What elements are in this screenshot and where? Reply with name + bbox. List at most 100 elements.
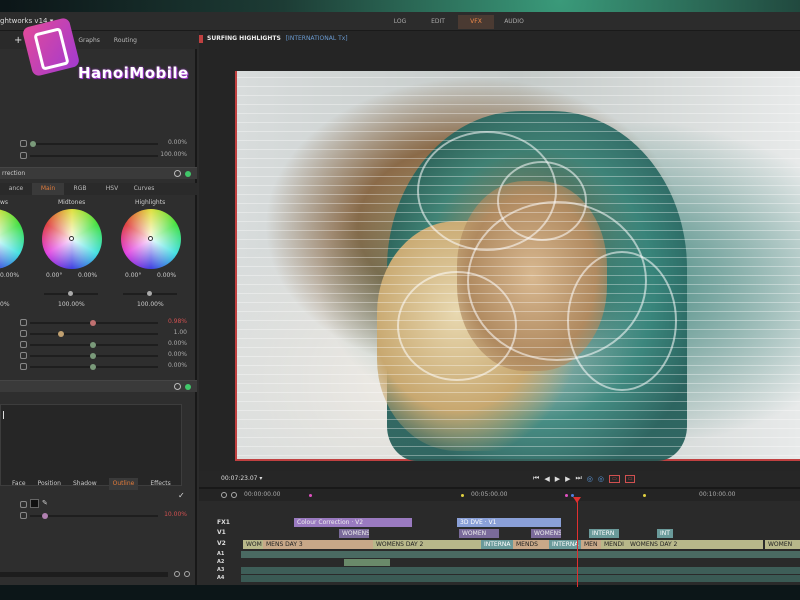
gear-icon[interactable] xyxy=(174,170,181,177)
link-icon[interactable] xyxy=(20,512,27,519)
timeline-marker[interactable] xyxy=(571,494,574,497)
playhead[interactable] xyxy=(577,497,578,587)
horizontal-scrollbar[interactable] xyxy=(0,572,168,577)
link-icon[interactable] xyxy=(20,140,27,147)
param-slider-4[interactable]: 0.00% xyxy=(0,351,197,361)
link-icon[interactable] xyxy=(20,352,27,359)
outline-color-swatch[interactable] xyxy=(30,499,39,508)
timeline-marker[interactable] xyxy=(643,494,646,497)
clip-v2[interactable]: INTERNA xyxy=(481,540,513,549)
mark-in-icon[interactable]: ◎ xyxy=(587,475,593,483)
clip-v1[interactable]: WOMEN xyxy=(459,529,499,538)
zoom-in-icon[interactable] xyxy=(174,571,180,577)
tab-balance[interactable]: ance xyxy=(0,183,32,195)
clip-v2[interactable]: MENDI xyxy=(601,540,627,549)
slider-knob[interactable] xyxy=(30,141,36,147)
tab-outline[interactable]: Outline xyxy=(108,478,139,490)
clip-v2[interactable]: MENS DAY 3 xyxy=(263,540,373,549)
go-to-end-icon[interactable]: ⏭ xyxy=(575,474,581,483)
param-slider-3[interactable]: 0.00% xyxy=(0,340,197,350)
add-button[interactable]: + xyxy=(14,35,22,46)
shadows-color-wheel[interactable] xyxy=(0,209,24,269)
tab-log[interactable]: LOG xyxy=(382,15,418,29)
clip-v2[interactable]: WOM xyxy=(243,540,263,549)
timeline-marker[interactable] xyxy=(565,494,568,497)
clip-colour-correction[interactable]: Colour Correction · V2 xyxy=(294,518,412,527)
clip-v1[interactable]: INT xyxy=(657,529,673,538)
mark-out-icon[interactable]: ◎ xyxy=(598,475,604,483)
link-icon[interactable] xyxy=(20,152,27,159)
timecode[interactable]: 00:07:23.07 ▾ xyxy=(221,475,262,482)
slider-track[interactable] xyxy=(30,143,158,145)
track-label-a4[interactable]: A4 xyxy=(217,575,224,581)
zoom-out-icon[interactable] xyxy=(231,492,237,498)
track-label-a1[interactable]: A1 xyxy=(217,551,224,557)
record-icon[interactable]: ▭ xyxy=(609,474,620,483)
play-reverse-icon[interactable]: ◀ xyxy=(544,475,549,483)
track-label-a3[interactable]: A3 xyxy=(217,567,224,573)
tab-audio[interactable]: AUDIO xyxy=(496,15,532,29)
track-label-v1[interactable]: V1 xyxy=(217,529,226,536)
clip-3d-dve[interactable]: 3D DVE · V1 xyxy=(457,518,561,527)
timeline-marker[interactable] xyxy=(461,494,464,497)
text-input-area[interactable] xyxy=(0,404,182,486)
enabled-indicator-icon[interactable] xyxy=(185,384,191,390)
track-label-v2[interactable]: V2 xyxy=(217,540,226,547)
check-icon[interactable]: ✓ xyxy=(178,491,185,500)
slider-knob[interactable] xyxy=(58,331,64,337)
param-slider-5[interactable]: 0.00% xyxy=(0,362,197,372)
slider-knob[interactable] xyxy=(42,513,48,519)
audio-clip-a1[interactable] xyxy=(241,551,800,558)
slider-track[interactable] xyxy=(30,155,158,157)
clip-v2[interactable]: WOMEN xyxy=(765,540,800,549)
clip-v1[interactable]: WOMENS xyxy=(531,529,561,538)
tab-position[interactable]: Position xyxy=(38,478,61,490)
slider-knob[interactable] xyxy=(90,364,96,370)
slider-knob[interactable] xyxy=(90,342,96,348)
top-slider-2[interactable]: 100.00% xyxy=(0,151,197,161)
tab-shadow[interactable]: Shadow xyxy=(73,478,97,490)
track-label-fx1[interactable]: FX1 xyxy=(217,519,230,526)
param-slider-1[interactable]: 0.98% xyxy=(0,318,197,328)
outline-width-slider[interactable]: 10.00% xyxy=(0,511,197,521)
link-icon[interactable] xyxy=(20,330,27,337)
section-header-text[interactable] xyxy=(0,380,197,392)
clip-v1[interactable]: WOMENS xyxy=(339,529,369,538)
track-label-a2[interactable]: A2 xyxy=(217,559,224,565)
slider-track[interactable] xyxy=(30,333,158,335)
highlights-slider-knob[interactable] xyxy=(147,291,152,296)
audio-clip-a3[interactable] xyxy=(241,567,800,574)
timeline-marker[interactable] xyxy=(309,494,312,497)
slider-knob[interactable] xyxy=(90,320,96,326)
step-forward-icon[interactable]: ▶ xyxy=(565,475,570,483)
midtones-wheel-handle[interactable] xyxy=(69,236,74,241)
clip-v1[interactable]: INTERN xyxy=(589,529,619,538)
video-frame[interactable] xyxy=(235,71,800,461)
param-slider-2[interactable]: 1.00 xyxy=(0,329,197,339)
clip-v2[interactable]: MEN xyxy=(581,540,601,549)
clip-v2[interactable]: WOMENS DAY 2 xyxy=(373,540,481,549)
slider-track[interactable] xyxy=(30,515,158,517)
clip-v2[interactable]: MENDS xyxy=(513,540,549,549)
play-icon[interactable]: ▶ xyxy=(555,475,560,483)
gear-icon[interactable] xyxy=(174,383,181,390)
link-icon[interactable] xyxy=(20,341,27,348)
audio-clip-a2[interactable] xyxy=(344,559,390,566)
tab-graphs[interactable]: Graphs xyxy=(78,37,100,44)
link-icon[interactable] xyxy=(20,319,27,326)
slider-knob[interactable] xyxy=(90,353,96,359)
tab-vfx[interactable]: VFX xyxy=(458,15,494,29)
tab-routing[interactable]: Routing xyxy=(114,37,137,44)
enabled-indicator-icon[interactable] xyxy=(185,171,191,177)
tab-main[interactable]: Main xyxy=(32,183,64,195)
zoom-out-icon[interactable] xyxy=(184,571,190,577)
tab-effects[interactable]: Effects xyxy=(150,478,170,490)
timeline-ruler[interactable]: 00:00:00.00 00:05:00.00 00:10:00.00 xyxy=(199,489,800,501)
top-slider-1[interactable]: 0.00% xyxy=(0,139,197,149)
section-header-colour-correction[interactable]: rrection xyxy=(0,167,197,179)
go-to-start-icon[interactable]: ⏮ xyxy=(533,474,539,483)
link-icon[interactable] xyxy=(20,501,27,508)
zoom-in-icon[interactable] xyxy=(221,492,227,498)
tab-rgb[interactable]: RGB xyxy=(64,183,96,195)
midtones-slider-knob[interactable] xyxy=(68,291,73,296)
